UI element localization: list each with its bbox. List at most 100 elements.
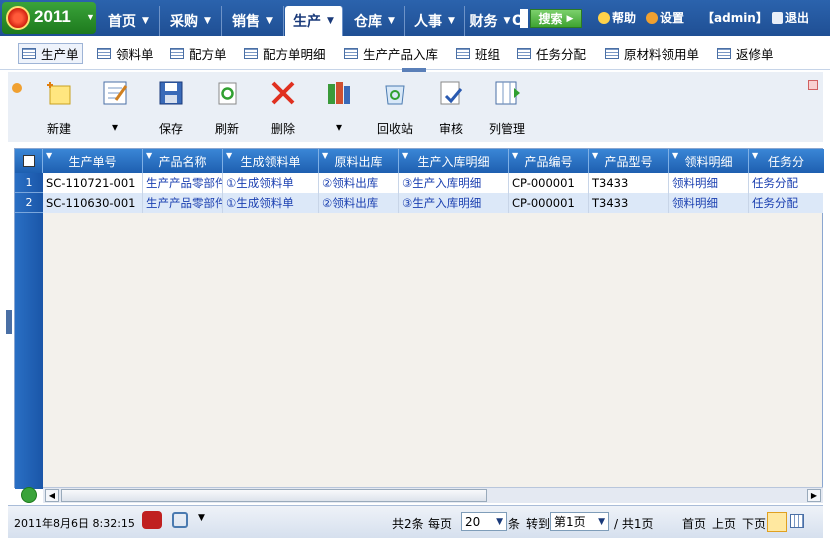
subnav-material-requisition[interactable]: 原材料领用单 — [602, 43, 702, 64]
nav-hr[interactable]: 人事 ▼ — [405, 6, 465, 36]
edit-label: ▾ — [111, 120, 119, 134]
nav-purchase[interactable]: 采购 ▼ — [160, 6, 222, 36]
edit-dropdown[interactable]: ▾ — [89, 78, 141, 134]
sub-navigation: 生产单 领料单 配方单 配方单明细 生产产品入库 班组 任务分配 原材料领用单 … — [0, 36, 830, 70]
save-button[interactable]: 保存 — [145, 78, 197, 137]
list-view-icon[interactable] — [790, 514, 804, 528]
audit-label: 审核 — [438, 122, 463, 136]
unit-label: 条 — [508, 517, 521, 531]
side-collapse-handle[interactable] — [6, 310, 12, 334]
page-select[interactable]: 第1页 ▼ — [550, 512, 609, 531]
col-header-product-model[interactable]: ▼ 产品型号 — [589, 149, 669, 173]
books-icon — [324, 78, 354, 108]
subnav-team[interactable]: 班组 — [453, 43, 503, 64]
col-header-material-out[interactable]: ▼ 原料出库 — [319, 149, 399, 173]
cell-pick-detail-link[interactable]: 领料明细 — [669, 173, 749, 193]
grid-view-icon[interactable] — [767, 512, 787, 532]
scrollbar-thumb[interactable] — [61, 489, 487, 502]
nav-warehouse[interactable]: 仓库 ▼ — [345, 6, 405, 36]
cell-pick-detail-link[interactable]: 领料明细 — [669, 193, 749, 213]
scroll-left-icon[interactable]: ◀ — [45, 489, 59, 502]
refresh-button[interactable]: 刷新 — [201, 78, 253, 137]
prev-page-link[interactable]: 上页 — [712, 515, 736, 532]
grid-icon — [517, 48, 531, 59]
col-header-order-no[interactable]: ▼ 生产单号 — [43, 149, 143, 173]
delete-button[interactable]: 删除 — [257, 78, 309, 137]
subnav-label: 班组 — [475, 47, 501, 62]
cell-product-code: CP-000001 — [509, 193, 589, 213]
cell-gen-pick-link[interactable]: ①生成领料单 — [223, 173, 319, 193]
cell-inbound-link[interactable]: ③生产入库明细 — [399, 173, 509, 193]
logout-link[interactable]: 退出 — [772, 9, 809, 26]
next-page-link[interactable]: 下页 — [742, 515, 766, 532]
subnav-product-inbound[interactable]: 生产产品入库 — [341, 43, 441, 64]
subnav-formula[interactable]: 配方单 — [167, 43, 230, 64]
app-logo[interactable]: 2011 ▼ — [2, 2, 96, 34]
help-label: 帮助 — [612, 11, 637, 25]
col-header-pick-detail[interactable]: ▼ 领料明细 — [669, 149, 749, 173]
col-header-inbound-detail[interactable]: ▼ 生产入库明细 — [399, 149, 509, 173]
nav-finance[interactable]: 财务 ▼ — [463, 6, 517, 36]
per-page-select[interactable]: 20 ▼ — [461, 512, 507, 531]
select-all-checkbox[interactable] — [15, 149, 43, 173]
cell-task-link[interactable]: 任务分配 — [749, 173, 823, 193]
cell-product-model: T3433 — [589, 173, 669, 193]
recycle-bin-button[interactable]: 回收站 — [369, 78, 421, 137]
phone-icon[interactable] — [142, 511, 162, 529]
subnav-production-order[interactable]: 生产单 — [18, 43, 83, 64]
search-input[interactable] — [520, 9, 528, 28]
logo-icon — [6, 6, 30, 30]
search-button[interactable]: 搜索 ▶ — [530, 9, 582, 28]
cell-material-out-link[interactable]: ②领料出库 — [319, 193, 399, 213]
subnav-pick-order[interactable]: 领料单 — [94, 43, 157, 64]
column-manage-button[interactable]: 列管理 — [481, 78, 533, 137]
col-header-product-code[interactable]: ▼ 产品编号 — [509, 149, 589, 173]
col-header-product-name[interactable]: ▼ 产品名称 — [143, 149, 223, 173]
chevron-down-icon: ▼ — [503, 16, 511, 26]
datetime: 2011年8月6日 8:32:15 — [14, 517, 135, 530]
col-header-gen-pick[interactable]: ▼ 生成领料单 — [223, 149, 319, 173]
sort-icon: ▼ — [46, 151, 53, 160]
first-page-link[interactable]: 首页 — [682, 515, 706, 532]
subnav-repair-order[interactable]: 返修单 — [714, 43, 777, 64]
goto-label: 转到 — [526, 517, 551, 531]
chevron-down-icon: ▼ — [327, 16, 334, 26]
close-icon[interactable] — [808, 80, 818, 90]
grid-icon — [456, 48, 470, 59]
col-label: 产品名称 — [158, 154, 207, 169]
scroll-top-icon[interactable] — [21, 487, 37, 503]
scroll-right-icon[interactable]: ▶ — [807, 489, 821, 502]
cell-order-no: SC-110721-001 — [43, 173, 143, 193]
nav-sales[interactable]: 销售 ▼ — [222, 6, 284, 36]
search-label: 搜索 — [538, 12, 563, 26]
save-label: 保存 — [158, 122, 183, 136]
page-value: 第1页 — [554, 515, 586, 529]
table-row[interactable]: SC-110630-001 生产产品零部件 ①生成领料单 ②领料出库 ③生产入库… — [43, 193, 823, 213]
books-label: ▾ — [335, 120, 343, 134]
table-row[interactable]: SC-110721-001 生产产品零部件 ①生成领料单 ②领料出库 ③生产入库… — [43, 173, 823, 193]
books-dropdown[interactable]: ▾ — [313, 78, 365, 134]
new-button[interactable]: 新建 — [33, 78, 85, 137]
cell-product-name[interactable]: 生产产品零部件 — [143, 193, 223, 213]
nav-production[interactable]: 生产 ▼ — [285, 6, 343, 36]
total-pages: / 共1页 — [614, 517, 654, 531]
settings-link[interactable]: 设置 — [646, 9, 684, 26]
cell-task-link[interactable]: 任务分配 — [749, 193, 823, 213]
subnav-task-assign[interactable]: 任务分配 — [514, 43, 589, 64]
cell-gen-pick-link[interactable]: ①生成领料单 — [223, 193, 319, 213]
cell-inbound-link[interactable]: ③生产入库明细 — [399, 193, 509, 213]
subnav-label: 原材料领用单 — [624, 47, 700, 62]
col-header-task[interactable]: ▼ 任务分 — [749, 149, 823, 173]
cell-material-out-link[interactable]: ②领料出库 — [319, 173, 399, 193]
cell-product-name[interactable]: 生产产品零部件 — [143, 173, 223, 193]
speaker-icon[interactable] — [172, 512, 188, 528]
audit-button[interactable]: 审核 — [425, 78, 477, 137]
top-menu-bar: 2011 ▼ 首页 ▼ 采购 ▼ 销售 ▼ 生产 ▼ 仓库 ▼ 人事 ▼ 财务 ▼ O 搜索 ▶… — [0, 0, 830, 36]
nav-home[interactable]: 首页 ▼ — [98, 6, 160, 36]
horizontal-scrollbar[interactable]: ◀ ▶ — [43, 487, 823, 503]
grid-icon — [344, 48, 358, 59]
chevron-down-icon[interactable]: ▼ — [198, 513, 205, 523]
user-name: 【admin】 — [702, 9, 768, 26]
subnav-formula-detail[interactable]: 配方单明细 — [241, 43, 329, 64]
help-link[interactable]: 帮助 — [598, 9, 636, 26]
